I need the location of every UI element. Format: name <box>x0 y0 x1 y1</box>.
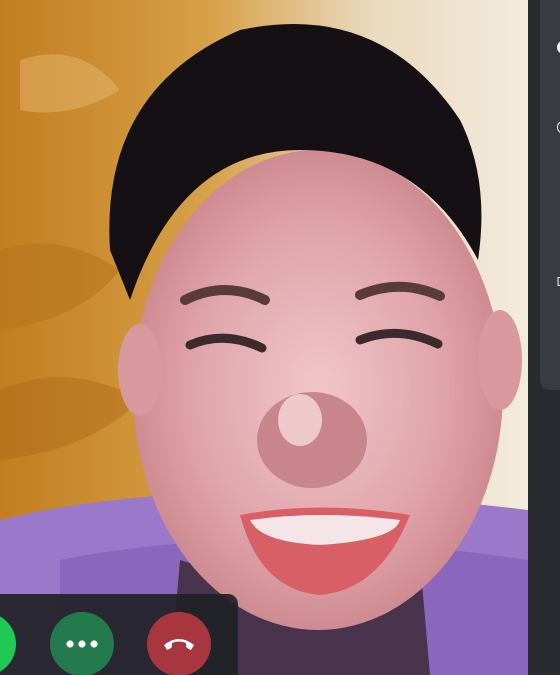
call-control-bar <box>0 594 238 675</box>
panel-icon-1[interactable]: ● <box>556 38 560 56</box>
side-panel: ● ○ ⋮ ▫ <box>528 0 560 675</box>
more-horizontal-icon <box>66 640 98 648</box>
panel-icon-3[interactable]: ⋮ <box>556 192 560 210</box>
end-call-button[interactable] <box>147 612 211 675</box>
accept-call-button[interactable] <box>0 612 16 675</box>
panel-icon-4[interactable]: ▫ <box>556 272 560 290</box>
remote-participant-video <box>0 0 528 675</box>
hang-up-icon <box>164 639 194 650</box>
panel-icon-2[interactable]: ○ <box>556 118 560 136</box>
more-options-button[interactable] <box>50 612 114 675</box>
remote-video-feed <box>0 0 528 675</box>
video-call-screen: ● ○ ⋮ ▫ <box>0 0 560 675</box>
